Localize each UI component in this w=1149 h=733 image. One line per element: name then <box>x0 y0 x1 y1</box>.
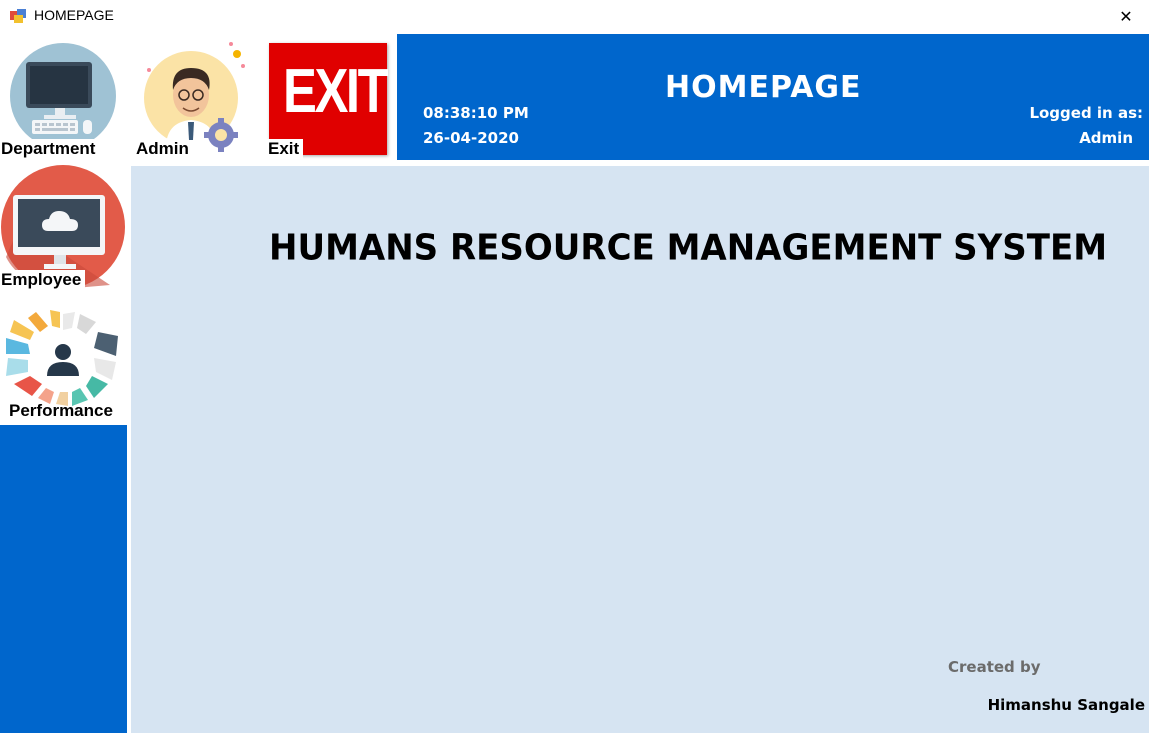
clock-date: 26-04-2020 <box>423 129 519 147</box>
created-by-label: Created by <box>948 658 1041 676</box>
sidebar-item-label: Department <box>0 139 97 159</box>
sidebar-item-label: Performance <box>9 401 113 420</box>
exit-label: Exit <box>266 139 304 159</box>
close-icon: ✕ <box>1119 6 1133 26</box>
page-title: HOMEPAGE <box>665 70 862 105</box>
window-title: HOMEPAGE <box>34 7 114 23</box>
logged-in-user: Admin <box>1079 129 1133 147</box>
admin-label: Admin <box>136 139 189 158</box>
clock-time: 08:38:10 PM <box>423 104 529 122</box>
sidebar-item-performance[interactable]: Performance <box>0 296 127 425</box>
app-icon <box>10 9 26 23</box>
exit-sign-text: EXIT <box>283 57 389 126</box>
sidebar-item-label: Employee <box>0 270 86 290</box>
close-button[interactable]: ✕ <box>1103 0 1149 32</box>
admin-button[interactable]: Admin <box>131 40 264 160</box>
system-title: HUMANS RESOURCE MANAGEMENT SYSTEM <box>269 227 1108 269</box>
title-bar: HOMEPAGE ✕ <box>0 0 1149 32</box>
sidebar-item-employee[interactable]: Employee <box>0 165 127 291</box>
homepage-window: HOMEPAGE ✕ Department Admin EXIT Exit Em… <box>0 0 1149 733</box>
sidebar-panel <box>0 425 127 733</box>
main-panel: HUMANS RESOURCE MANAGEMENT SYSTEM Create… <box>131 166 1149 733</box>
logged-in-label: Logged in as: <box>1029 104 1143 122</box>
sidebar-item-department[interactable]: Department <box>0 40 127 160</box>
author-name: Himanshu Sangale <box>987 696 1145 714</box>
exit-button[interactable]: EXIT Exit <box>266 40 390 160</box>
header-banner: HOMEPAGE 08:38:10 PM 26-04-2020 Logged i… <box>397 34 1149 160</box>
